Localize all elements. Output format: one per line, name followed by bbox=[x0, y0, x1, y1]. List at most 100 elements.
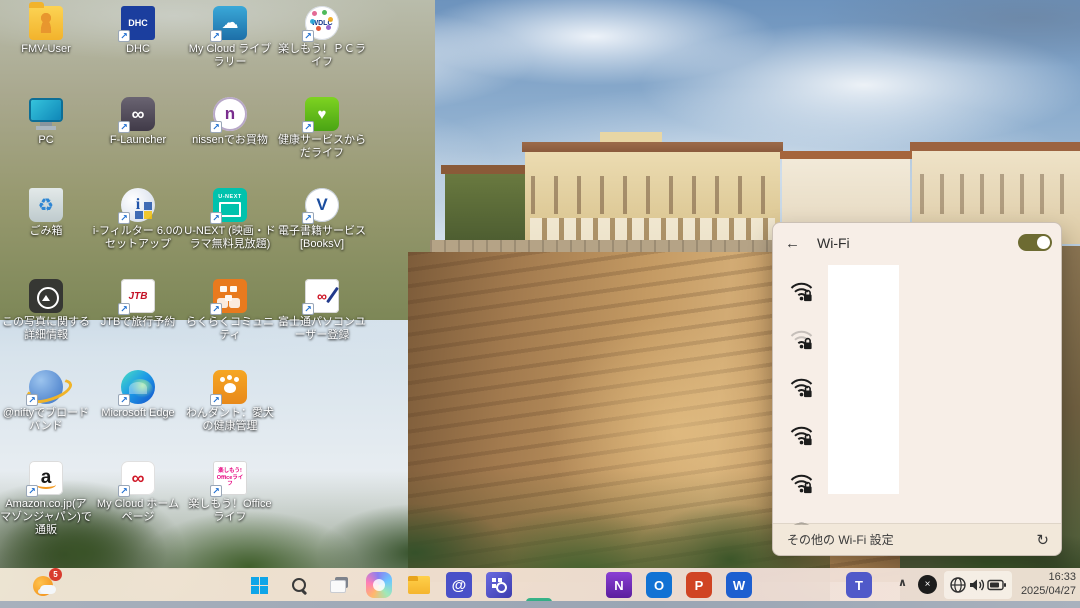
shortcut-arrow-icon: ↗ bbox=[210, 394, 222, 406]
widgets-weather-button[interactable]: 5 bbox=[32, 571, 60, 599]
wifi-panel-footer: その他の Wi-Fi 設定 ↻ bbox=[773, 523, 1061, 555]
wifi-network-item[interactable]: Bu bbox=[773, 318, 1061, 365]
windows-logo-icon bbox=[251, 577, 268, 594]
desktop-icon-jtb[interactable]: JTB ↗ JTBで旅行予約 bbox=[92, 279, 184, 329]
icon-label: FMV-User bbox=[0, 43, 92, 56]
icon-label: わんダント：愛犬の健康管理 bbox=[184, 407, 276, 433]
icon-label: 電子書籍サービス [BooksV] bbox=[276, 225, 368, 251]
shortcut-arrow-icon: ↗ bbox=[302, 121, 314, 133]
shortcut-arrow-icon: ↗ bbox=[302, 303, 314, 315]
icon-label: My Cloud ライブラリー bbox=[184, 43, 276, 69]
icon-label: らくらくコミュニティ bbox=[184, 316, 276, 342]
shortcut-arrow-icon: ↗ bbox=[302, 30, 314, 42]
teams-button[interactable]: T bbox=[846, 572, 872, 598]
desktop-icon-rakuraku-community[interactable]: ↗ らくらくコミュニティ bbox=[184, 279, 276, 342]
taskbar-background: 5 @ N O P W T ∧ × bbox=[0, 568, 1080, 601]
shortcut-arrow-icon: ↗ bbox=[210, 485, 222, 497]
fujitsu-apps-button[interactable] bbox=[486, 572, 512, 598]
wifi-lock-icon bbox=[788, 328, 815, 356]
shortcut-arrow-icon: ↗ bbox=[210, 30, 222, 42]
taskbar: 5 @ N O P W T ∧ × bbox=[0, 568, 1080, 608]
atmenu-button[interactable]: @ bbox=[446, 572, 472, 598]
desktop-icon-kenkou-service[interactable]: ♥ ↗ 健康サービスからだライフ bbox=[276, 97, 368, 160]
icon-label: DHC bbox=[92, 43, 184, 56]
desktop-icon-office-life[interactable]: 楽しもう! Officeライフ ↗ 楽しもう！Office ライフ bbox=[184, 461, 276, 524]
photo-info-icon bbox=[29, 279, 63, 313]
wifi-network-item[interactable]: Bu bbox=[773, 366, 1061, 413]
icon-label: 健康サービスからだライフ bbox=[276, 134, 368, 160]
wifi-panel-header: ← Wi-Fi bbox=[773, 223, 1061, 263]
more-wifi-settings-link[interactable]: その他の Wi-Fi 設定 bbox=[787, 531, 894, 548]
icon-label: Amazon.co.jp(アマゾンジャパン)で通販 bbox=[0, 498, 92, 538]
desktop-icon-fujitsu-user-reg[interactable]: ∞ ↗ 富士通パソコンユーザー登録 bbox=[276, 279, 368, 342]
desktop-icon-photo-info[interactable]: この写真に関する詳細情報 bbox=[0, 279, 92, 342]
shortcut-arrow-icon: ↗ bbox=[210, 303, 222, 315]
wifi-network-list: Bu Bu Bu Bu ctc bbox=[773, 261, 1061, 525]
icon-label: F-Launcher bbox=[92, 134, 184, 147]
folder-user-icon bbox=[29, 6, 63, 40]
clock-date: 2025/04/27 bbox=[1004, 585, 1076, 599]
icon-label: ごみ箱 bbox=[0, 225, 92, 238]
desktop-icon-ifilter[interactable]: i ↗ i-フィルター 6.0のセットアップ bbox=[92, 188, 184, 251]
shortcut-arrow-icon: ↗ bbox=[118, 394, 130, 406]
shortcut-arrow-icon: ↗ bbox=[210, 121, 222, 133]
tray-chevron-icon[interactable]: ∧ bbox=[898, 576, 907, 589]
shortcut-arrow-icon: ↗ bbox=[26, 485, 38, 497]
wifi-network-item[interactable]: ctc bbox=[773, 462, 1061, 509]
desktop-icon-wdlc-pclife[interactable]: WDLC ↗ 楽しもう！ＰＣライフ bbox=[276, 6, 368, 69]
wallpaper-building-ivy bbox=[445, 172, 530, 244]
powerpoint-button[interactable]: P bbox=[686, 572, 712, 598]
icon-label: i-フィルター 6.0のセットアップ bbox=[92, 225, 184, 251]
wifi-flyout-panel: ← Wi-Fi Bu Bu Bu Bu ctc bbox=[772, 222, 1062, 556]
icon-label: nissenでお買物 bbox=[184, 134, 276, 147]
wifi-toggle[interactable] bbox=[1018, 234, 1052, 251]
network-globe-icon bbox=[949, 576, 967, 594]
desktop-icon-recycle-bin[interactable]: ♻ ごみ箱 bbox=[0, 188, 92, 238]
shortcut-arrow-icon: ↗ bbox=[210, 212, 222, 224]
desktop-icon-pc[interactable]: PC bbox=[0, 97, 92, 147]
back-icon[interactable]: ← bbox=[785, 235, 805, 252]
icon-label: PC bbox=[0, 134, 92, 147]
word-button[interactable]: W bbox=[726, 572, 752, 598]
desktop-icon-f-launcher[interactable]: ∞ ↗ F-Launcher bbox=[92, 97, 184, 147]
icon-label: 富士通パソコンユーザー登録 bbox=[276, 316, 368, 342]
wifi-lock-icon bbox=[788, 376, 815, 404]
wifi-lock-icon bbox=[788, 280, 815, 308]
desktop-icon-nifty[interactable]: ↗ @niftyでブロードバンド bbox=[0, 370, 92, 433]
desktop-icon-dhc[interactable]: DHC ↗ DHC bbox=[92, 6, 184, 56]
icon-label: 楽しもう！Office ライフ bbox=[184, 498, 276, 524]
icon-label: @niftyでブロードバンド bbox=[0, 407, 92, 433]
icon-label: My Cloud ホームページ bbox=[92, 498, 184, 524]
icon-label: この写真に関する詳細情報 bbox=[0, 316, 92, 342]
icon-label: 楽しもう！ＰＣライフ bbox=[276, 43, 368, 69]
wifi-network-item[interactable]: Bu bbox=[773, 414, 1061, 461]
desktop-icon-fmv-user[interactable]: FMV-User bbox=[0, 6, 92, 56]
onenote-button[interactable]: N bbox=[606, 572, 632, 598]
wifi-network-item[interactable]: Bu bbox=[773, 270, 1061, 317]
tray-status-x-icon[interactable]: × bbox=[918, 575, 937, 594]
start-button[interactable] bbox=[246, 572, 272, 598]
search-button[interactable] bbox=[286, 572, 312, 598]
desktop-icon-wandant[interactable]: ↗ わんダント：愛犬の健康管理 bbox=[184, 370, 276, 433]
desktop-icon-unext[interactable]: U-NEXT ↗ U-NEXT (映画・ドラマ無料見放題) bbox=[184, 188, 276, 251]
desktop: FMV-User DHC ↗ DHC ☁ ↗ My Cloud ライブラリー W… bbox=[0, 0, 1080, 608]
outlook-button[interactable]: O bbox=[646, 572, 672, 598]
wifi-panel-title: Wi-Fi bbox=[817, 235, 850, 251]
taskbar-bottom-strip bbox=[0, 601, 1080, 608]
taskbar-clock[interactable]: 16:33 2025/04/27 bbox=[1004, 571, 1076, 599]
desktop-icon-nissen[interactable]: n ↗ nissenでお買物 bbox=[184, 97, 276, 147]
desktop-icon-amazon[interactable]: a ↗ Amazon.co.jp(アマゾンジャパン)で通販 bbox=[0, 461, 92, 538]
shortcut-arrow-icon: ↗ bbox=[26, 394, 38, 406]
desktop-icon-mycloud-homepage[interactable]: ∞ ↗ My Cloud ホームページ bbox=[92, 461, 184, 524]
refresh-icon[interactable]: ↻ bbox=[1036, 531, 1049, 549]
icon-label: Microsoft Edge bbox=[92, 407, 184, 420]
copilot-button[interactable] bbox=[366, 572, 392, 598]
desktop-icon-booksv[interactable]: V ↗ 電子書籍サービス [BooksV] bbox=[276, 188, 368, 251]
file-explorer-button[interactable] bbox=[406, 572, 432, 598]
speaker-icon bbox=[968, 577, 986, 593]
quick-settings-button[interactable] bbox=[944, 571, 1012, 599]
task-view-button[interactable] bbox=[326, 572, 352, 598]
desktop-icon-edge[interactable]: ↗ Microsoft Edge bbox=[92, 370, 184, 420]
desktop-icon-mycloud-library[interactable]: ☁ ↗ My Cloud ライブラリー bbox=[184, 6, 276, 69]
redaction-overlay bbox=[828, 265, 899, 494]
